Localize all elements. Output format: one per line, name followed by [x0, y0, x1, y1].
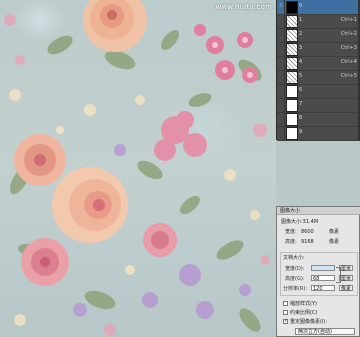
layer-name: 5	[299, 73, 303, 79]
layer-name: 2	[299, 31, 303, 37]
layer-thumbnail	[286, 99, 298, 112]
scale-styles-checkbox[interactable]	[283, 301, 288, 306]
layer-row[interactable]: 8	[277, 112, 360, 127]
floral-pattern	[4, 0, 270, 336]
layer-thumbnail	[286, 113, 298, 126]
rose-bottom-left	[21, 238, 69, 286]
layer-name: 4	[299, 59, 303, 65]
visibility-icon[interactable]	[278, 126, 285, 140]
image-canvas[interactable]: www.huitu.com	[0, 0, 276, 337]
constrain-checkbox[interactable]	[283, 310, 288, 315]
resample-checkbox[interactable]	[283, 318, 288, 324]
resolution-unit[interactable]: 像素	[339, 285, 353, 292]
image-size-dialog: 图像大小 图像大小:31.4M 宽度: 8600 像素 高度: 9168 像素 …	[276, 206, 360, 337]
layer-row[interactable]: 4 Ctrl+4	[277, 56, 360, 71]
layer-thumbnail	[286, 43, 298, 56]
layer-name: 7	[299, 101, 303, 107]
dialog-title[interactable]: 图像大小	[277, 207, 360, 215]
visibility-icon[interactable]	[278, 98, 285, 112]
image-size-label: 图像大小:31.4M	[281, 219, 319, 225]
rose-mid	[52, 167, 128, 243]
resolution-field[interactable]: 120	[311, 285, 335, 292]
layer-row[interactable]: 7	[277, 98, 360, 113]
layer-shortcut: Ctrl+5	[340, 73, 357, 79]
visibility-icon[interactable]	[278, 42, 285, 56]
visibility-icon[interactable]	[278, 112, 285, 126]
layer-thumbnail	[286, 127, 298, 140]
rose-left	[14, 134, 66, 186]
doc-height-field[interactable]: 68	[311, 275, 335, 282]
layer-thumbnail	[286, 85, 298, 98]
doc-height-label: 高度(G):	[285, 276, 305, 282]
layer-shortcut: Ctrl+1	[340, 17, 357, 23]
doc-width-label: 宽度(D):	[285, 266, 305, 272]
layer-shortcut: Ctrl+3	[340, 45, 357, 51]
layer-row[interactable]: 6	[277, 84, 360, 99]
layer-name: 9	[299, 129, 303, 135]
visibility-icon[interactable]	[278, 14, 285, 28]
resample-label: 重定图像像素(I):	[290, 319, 328, 325]
layer-row[interactable]: 9	[277, 126, 360, 141]
doc-height-unit[interactable]: 厘米	[339, 275, 353, 282]
layer-row[interactable]: 3 0	[277, 0, 360, 15]
resolution-label: 分辨率(R):	[283, 286, 308, 292]
layer-name: 3	[299, 45, 303, 51]
doc-size-label: 文档大小:	[283, 255, 305, 261]
layer-row[interactable]: 1 Ctrl+1	[277, 14, 360, 29]
constrain-label: 约束比例(C)	[290, 310, 318, 316]
height-unit: 像素	[329, 239, 340, 245]
layer-thumbnail	[286, 1, 298, 14]
layer-shortcut: Ctrl+4	[340, 59, 357, 65]
layers-panel: 3 0 1 Ctrl+1 2 Ctrl+2 3 Ctrl+3 4 Ctrl+4 …	[276, 0, 360, 141]
scale-styles-label: 缩放样式(Y)	[290, 301, 317, 307]
layer-thumbnail	[286, 29, 298, 42]
doc-width-field[interactable]	[311, 265, 335, 271]
layer-index: 3	[279, 3, 283, 9]
doc-width-unit[interactable]: 厘米	[339, 265, 353, 272]
height-label: 高度:	[285, 239, 297, 245]
visibility-icon[interactable]	[278, 56, 285, 70]
layer-thumbnail	[286, 71, 298, 84]
layer-thumbnail	[286, 57, 298, 70]
layer-name: 8	[299, 115, 303, 121]
constrain-link-icon	[336, 267, 341, 283]
visibility-icon[interactable]	[278, 28, 285, 42]
watermark-text: www.huitu.com	[215, 3, 272, 11]
layer-row[interactable]: 5 Ctrl+5	[277, 70, 360, 85]
height-value: 9168	[301, 239, 314, 245]
layer-row[interactable]: 2 Ctrl+2	[277, 28, 360, 43]
layer-name: 6	[299, 87, 303, 93]
width-label: 宽度:	[285, 229, 297, 235]
layer-name: 1	[299, 17, 303, 23]
visibility-icon[interactable]	[278, 70, 285, 84]
layer-thumbnail	[286, 15, 298, 28]
width-value: 8600	[301, 229, 314, 235]
visibility-icon[interactable]	[278, 84, 285, 98]
resample-method-select[interactable]: 两次立方(自动)	[295, 328, 355, 335]
rose-top	[83, 0, 147, 52]
layer-shortcut: Ctrl+2	[340, 31, 357, 37]
width-unit: 像素	[329, 229, 340, 235]
layer-row[interactable]: 3 Ctrl+3	[277, 42, 360, 57]
layer-name: 0	[299, 3, 303, 9]
